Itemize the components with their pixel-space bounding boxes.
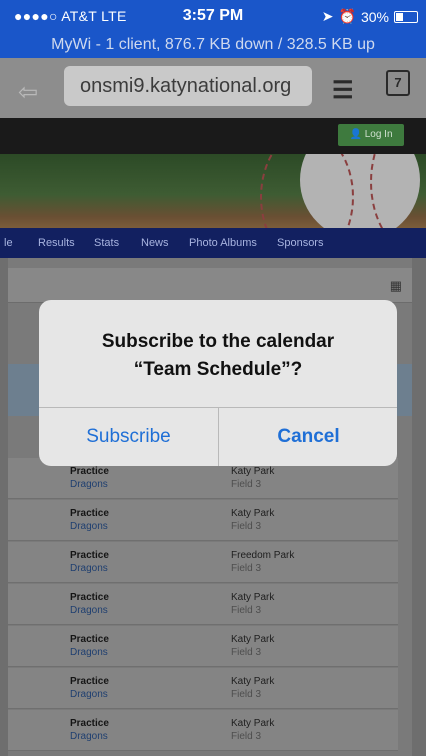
baseball-image	[260, 154, 426, 228]
hotspot-banner[interactable]: MyWi - 1 client, 876.7 KB down / 328.5 K…	[0, 36, 426, 54]
location-arrow-icon: ➤	[321, 8, 334, 24]
address-bar[interactable]: onsmi9.katynational.org	[64, 66, 312, 106]
subscribe-button[interactable]: Subscribe	[39, 408, 218, 466]
battery-percent: 30%	[360, 8, 389, 25]
cancel-button[interactable]: Cancel	[219, 408, 397, 466]
browser-toolbar: ⇦ onsmi9.katynational.org ☰ 7	[0, 58, 426, 118]
alarm-icon: ⏰	[338, 8, 356, 24]
table-row[interactable]: Practice Dragons Katy Park Field 3	[8, 500, 398, 541]
table-row[interactable]: Practice Dragons Katy Park Field 3	[8, 584, 398, 625]
subscribe-dialog: Subscribe to the calendar “Team Schedule…	[39, 300, 397, 466]
table-row[interactable]: Practice Dragons Katy Park Field 3	[8, 668, 398, 709]
login-button[interactable]: 👤 Log In	[338, 124, 404, 146]
site-nav: le Results Stats News Photo Albums Spons…	[0, 228, 426, 258]
schedule-panel-header: ▦	[8, 268, 412, 303]
nav-item-photo-albums[interactable]: Photo Albums	[189, 237, 257, 249]
nav-item-results[interactable]: Results	[38, 237, 75, 249]
hero-banner	[0, 154, 426, 228]
menu-icon[interactable]: ☰	[332, 76, 354, 105]
nav-item-stats[interactable]: Stats	[94, 237, 119, 249]
table-row[interactable]: Practice Dragons Freedom Park Field 3	[8, 542, 398, 583]
site-header: 👤 Log In	[0, 118, 426, 154]
login-label: Log In	[364, 129, 393, 140]
tabs-icon[interactable]: 7	[386, 70, 410, 96]
user-icon: 👤	[349, 129, 365, 140]
status-bar: ●●●●○ AT&T LTE 3:57 PM ➤ ⏰ 30% MyWi - 1 …	[0, 0, 426, 58]
nav-item-sponsors[interactable]: Sponsors	[277, 237, 323, 249]
table-row[interactable]: Practice Dragons Katy Park Field 3	[8, 710, 398, 751]
table-row[interactable]: Practice Dragons Katy Park Field 3	[8, 626, 398, 667]
nav-item-schedule[interactable]: le	[4, 237, 13, 249]
calendar-icon[interactable]: ▦	[390, 278, 402, 294]
back-arrow-icon[interactable]: ⇦	[18, 78, 38, 107]
battery-icon	[394, 10, 418, 23]
nav-item-news[interactable]: News	[141, 237, 169, 249]
dialog-title: Subscribe to the calendar “Team Schedule…	[101, 331, 335, 380]
